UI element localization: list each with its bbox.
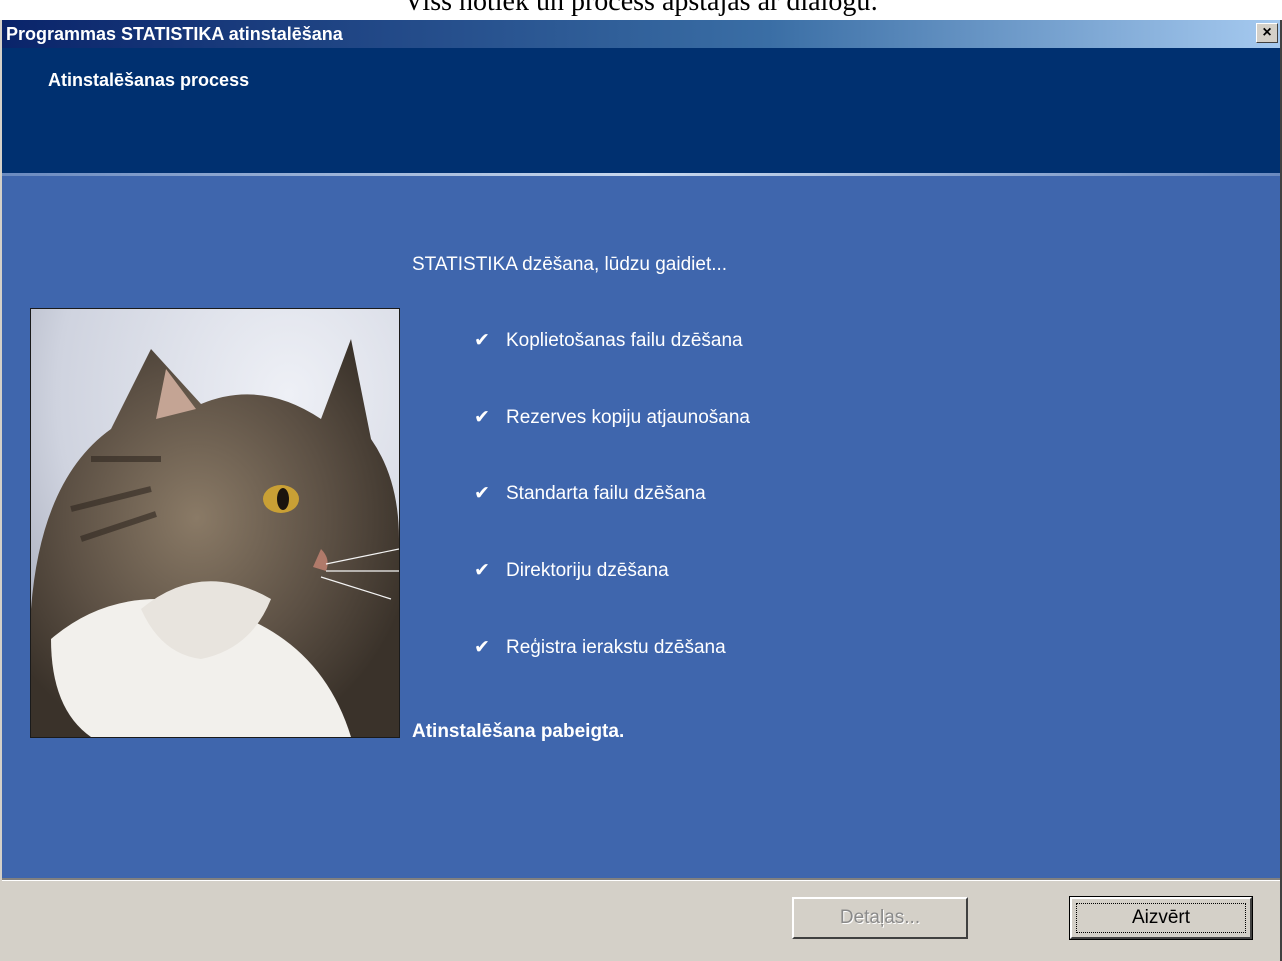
task-item: ✔ Rezerves kopiju atjaunošana [474, 406, 750, 429]
checkmark-icon: ✔ [474, 407, 490, 428]
uninstall-dialog: Programmas STATISTIKA atinstalēšana × At… [0, 20, 1282, 961]
progress-panel: STATISTIKA dzēšana, lūdzu gaidiet... ✔ Ko… [2, 176, 1280, 878]
task-label: Standarta failu dzēšana [506, 483, 706, 504]
footer-divider [2, 878, 1280, 881]
checkmark-icon: ✔ [474, 560, 490, 581]
page-caption: Viss notiek un process apstājas ar dialo… [403, 0, 879, 17]
cat-photo [30, 308, 400, 738]
close-button[interactable]: Aizvērt [1069, 896, 1253, 940]
task-label: Koplietošanas failu dzēšana [506, 330, 743, 351]
checkmark-icon: ✔ [474, 330, 490, 351]
status-message: STATISTIKA dzēšana, lūdzu gaidiet... [412, 254, 728, 275]
close-button-label: Aizvērt [1076, 903, 1246, 933]
task-item: ✔ Direktoriju dzēšana [474, 559, 669, 582]
completion-message: Atinstalēšana pabeigta. [412, 721, 625, 742]
checkmark-icon: ✔ [474, 483, 490, 504]
close-icon[interactable]: × [1256, 23, 1278, 43]
header-band: Atinstalēšanas process [2, 48, 1280, 173]
title-bar[interactable]: Programmas STATISTIKA atinstalēšana × [2, 20, 1280, 48]
page-heading: Atinstalēšanas process [48, 70, 250, 90]
task-label: Rezerves kopiju atjaunošana [506, 407, 750, 428]
checkmark-icon: ✔ [474, 637, 490, 658]
task-item: ✔ Koplietošanas failu dzēšana [474, 329, 743, 352]
details-button[interactable]: Detaļas... [792, 897, 968, 939]
task-label: Direktoriju dzēšana [506, 560, 669, 581]
task-item: ✔ Standarta failu dzēšana [474, 482, 706, 505]
window-title: Programmas STATISTIKA atinstalēšana [6, 24, 343, 44]
task-item: ✔ Reģistra ierakstu dzēšana [474, 636, 726, 659]
task-label: Reģistra ierakstu dzēšana [506, 637, 726, 658]
